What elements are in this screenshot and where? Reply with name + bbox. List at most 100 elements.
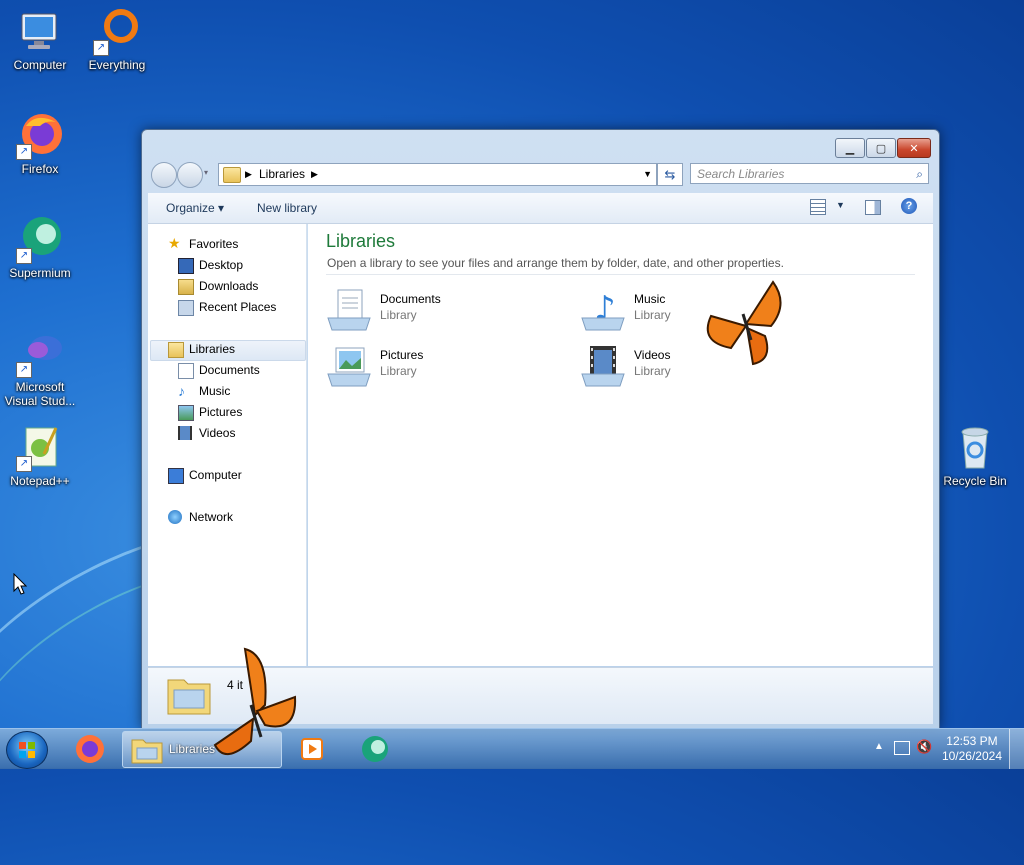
libraries-icon <box>168 342 184 358</box>
shortcut-arrow-icon: ↗ <box>93 40 109 56</box>
address-dropdown-icon[interactable]: ▼ <box>643 164 652 185</box>
clock[interactable]: 12:53 PM 10/26/2024 <box>942 734 1002 764</box>
everything-icon: ↗ <box>93 8 141 56</box>
shortcut-arrow-icon: ↗ <box>16 362 32 378</box>
shortcut-arrow-icon: ↗ <box>16 144 32 160</box>
recent-pages-dropdown[interactable]: ▾ <box>204 168 208 177</box>
recent-places-icon <box>178 300 194 316</box>
library-name: Pictures <box>380 348 424 362</box>
library-item-pictures[interactable]: Pictures Library <box>326 342 556 390</box>
search-input[interactable]: Search Libraries ⌕ <box>690 163 929 184</box>
desktop-icon-supermium[interactable]: ↗ Supermium <box>0 216 80 280</box>
documents-library-icon <box>326 288 372 332</box>
desktop-icon-everything[interactable]: ↗ Everything <box>77 8 157 72</box>
desktop-icon-notepadpp[interactable]: ↗ Notepad++ <box>0 424 80 488</box>
maximize-button[interactable]: ▢ <box>866 138 896 158</box>
breadcrumb-libraries[interactable]: Libraries <box>259 164 305 185</box>
taskbar: Libraries ▲ 🔇 12:53 PM 10/26/2024 <box>0 647 1024 769</box>
desktop-icon-label: Recycle Bin <box>943 474 1007 488</box>
documents-icon <box>178 363 194 379</box>
taskbar-supermium[interactable] <box>355 731 395 766</box>
view-options-dropdown-icon[interactable]: ▼ <box>836 200 845 210</box>
preview-pane-icon[interactable] <box>865 200 881 215</box>
desktop-icon-computer[interactable]: Computer <box>0 8 80 72</box>
navigation-pane: ★ Favorites Desktop Downloads Recent Pla… <box>148 224 307 666</box>
breadcrumb-arrow-icon[interactable]: ▶ <box>245 164 252 185</box>
taskbar-firefox[interactable] <box>70 731 110 766</box>
firefox-icon: ↗ <box>16 112 64 160</box>
downloads-folder-icon <box>178 279 194 295</box>
butterfly-icon <box>706 280 782 366</box>
videos-library-icon <box>580 344 626 388</box>
computer-icon <box>16 8 64 56</box>
command-bar: Organize ▾ New library ▼ ? <box>148 193 933 224</box>
desktop-icon-recycle-bin[interactable]: Recycle Bin <box>935 424 1015 488</box>
show-desktop-button[interactable] <box>1009 729 1024 769</box>
desktop-icon-firefox[interactable]: ↗ Firefox <box>0 112 80 176</box>
library-type: Library <box>634 364 671 378</box>
desktop-icon-label: Notepad++ <box>10 474 70 488</box>
window-controls: ▁ ▢ ✕ <box>835 138 931 158</box>
library-type: Library <box>634 308 671 322</box>
clock-time: 12:53 PM <box>946 734 998 748</box>
star-icon: ★ <box>168 235 181 251</box>
supermium-icon <box>362 736 388 762</box>
clock-date: 10/26/2024 <box>941 749 1002 763</box>
address-bar[interactable]: ▶ Libraries ▶ ▼ <box>218 163 657 186</box>
music-icon: ♪ <box>178 383 185 399</box>
desktop-icon-visual-studio[interactable]: ↗ Microsoft Visual Stud... <box>0 330 80 408</box>
firefox-icon <box>76 735 104 763</box>
volume-muted-icon[interactable]: 🔇 <box>916 739 932 755</box>
start-button[interactable] <box>6 731 48 769</box>
libraries-folder-icon <box>223 167 241 183</box>
shortcut-arrow-icon: ↗ <box>16 248 32 264</box>
content-pane: Libraries Open a library to see your fil… <box>308 224 933 666</box>
back-button[interactable] <box>151 162 177 188</box>
library-type: Library <box>380 308 417 322</box>
recycle-bin-icon <box>951 424 999 472</box>
network-icon <box>168 510 182 524</box>
new-library-button[interactable]: New library <box>257 201 317 215</box>
mouse-cursor-icon <box>13 573 27 595</box>
music-library-icon: ♪ <box>580 288 626 332</box>
computer-small-icon <box>168 468 184 484</box>
library-name: Videos <box>634 348 671 362</box>
change-view-icon[interactable] <box>810 199 826 215</box>
pictures-icon <box>178 405 194 421</box>
butterfly-icon <box>213 647 297 755</box>
visual-studio-icon: ↗ <box>16 330 64 378</box>
network-tray-icon[interactable] <box>894 741 910 755</box>
search-icon[interactable]: ⌕ <box>916 164 923 185</box>
refresh-button[interactable]: ⇆ <box>657 163 683 186</box>
libraries-folder-icon <box>131 739 163 764</box>
desktop-icon-label: Supermium <box>9 266 71 280</box>
organize-button[interactable]: Organize ▾ <box>166 201 224 215</box>
supermium-icon: ↗ <box>16 216 64 264</box>
page-subtitle: Open a library to see your files and arr… <box>327 256 784 270</box>
close-button[interactable]: ✕ <box>897 138 931 158</box>
address-row: ▾ ▶ Libraries ▶ ▼ ⇆ Search Libraries ⌕ <box>148 162 933 188</box>
notepadpp-icon: ↗ <box>16 424 64 472</box>
desktop-icon <box>178 258 194 274</box>
library-type: Library <box>380 364 417 378</box>
shortcut-arrow-icon: ↗ <box>16 456 32 472</box>
help-icon[interactable]: ? <box>901 198 917 214</box>
pictures-library-icon <box>326 344 372 388</box>
breadcrumb-arrow-icon[interactable]: ▶ <box>311 164 318 185</box>
search-placeholder: Search Libraries <box>697 167 785 181</box>
desktop-icon-label: Microsoft Visual Stud... <box>4 380 76 408</box>
show-hidden-icons-arrow-icon[interactable]: ▲ <box>874 741 884 752</box>
library-name: Documents <box>380 292 441 306</box>
forward-button[interactable] <box>177 162 203 188</box>
divider <box>326 274 915 275</box>
library-item-documents[interactable]: Documents Library <box>326 286 556 334</box>
videos-icon <box>178 426 192 440</box>
windows-logo-icon <box>19 742 35 758</box>
desktop-icon-label: Firefox <box>21 162 59 176</box>
explorer-window[interactable]: ▁ ▢ ✕ ▾ ▶ Libraries ▶ ▼ ⇆ Search Librari… <box>141 129 940 729</box>
desktop-icon-label: Computer <box>13 58 67 72</box>
system-tray: ▲ 🔇 12:53 PM 10/26/2024 <box>864 729 1024 769</box>
desktop-icon-label: Everything <box>88 58 146 72</box>
library-name: Music <box>634 292 666 306</box>
minimize-button[interactable]: ▁ <box>835 138 865 158</box>
